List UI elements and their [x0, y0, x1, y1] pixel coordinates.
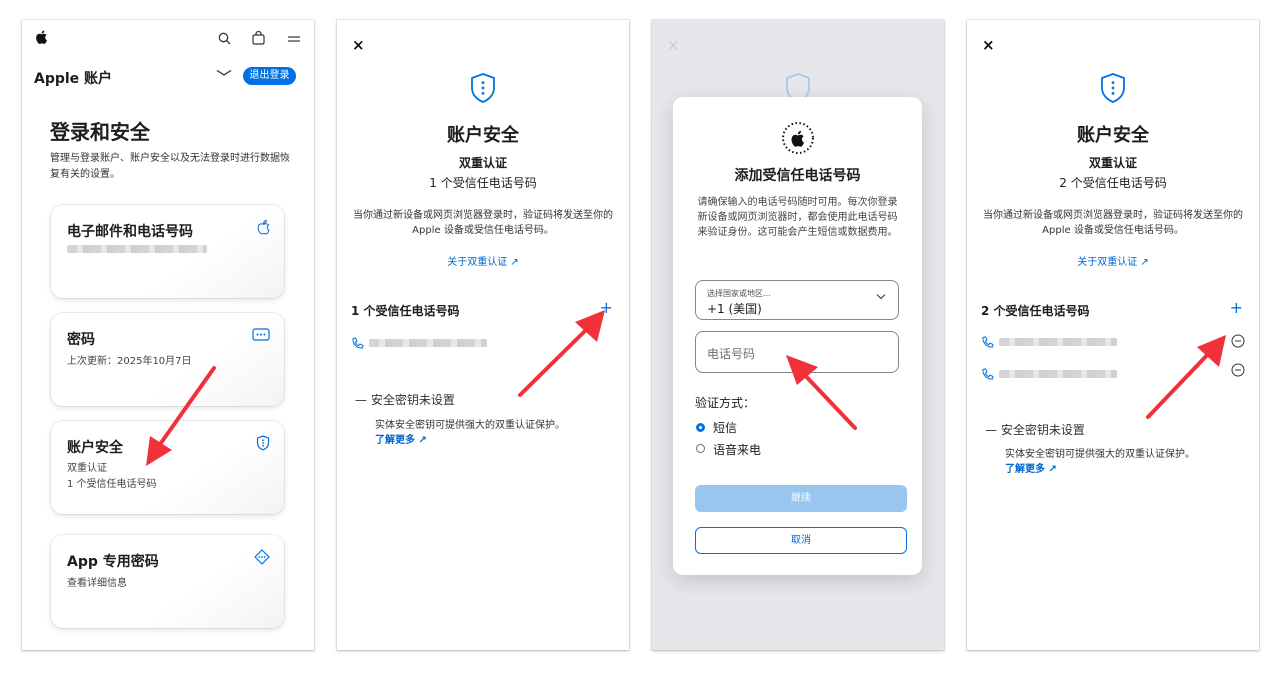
- phone-number-input[interactable]: 电话号码: [695, 331, 899, 373]
- sms-radio[interactable]: [696, 423, 705, 432]
- apple-badge-icon: [673, 121, 922, 159]
- dialog-title: 添加受信任电话号码: [734, 168, 861, 184]
- close-icon[interactable]: ×: [982, 36, 995, 54]
- card-title: App 专用密码: [67, 554, 159, 570]
- security-key-description: 实体安全密钥可提供强大的双重认证保护。: [375, 420, 565, 431]
- add-phone-button[interactable]: +: [1230, 298, 1243, 317]
- about-two-factor-link[interactable]: 关于双重认证 ↗: [337, 253, 629, 268]
- diamond-dots-icon: [254, 549, 270, 569]
- phone-number-placeholder: 电话号码: [707, 347, 756, 361]
- phone-icon: [981, 368, 994, 384]
- chevron-down-icon: [876, 292, 886, 303]
- two-factor-label: 双重认证: [1088, 156, 1137, 170]
- country-select[interactable]: 选择国家或地区... +1 (美国): [695, 280, 899, 320]
- close-icon[interactable]: ×: [667, 36, 680, 54]
- trusted-number-count: 2 个受信任电话号码: [1059, 176, 1167, 190]
- card-line: 查看详细信息: [67, 578, 127, 589]
- search-icon[interactable]: [218, 31, 231, 49]
- voice-call-radio[interactable]: [696, 444, 705, 453]
- account-title: Apple 账户: [34, 71, 113, 87]
- continue-button[interactable]: 继续: [695, 485, 907, 512]
- phone-icon: [981, 336, 994, 352]
- page-title: 账户安全: [447, 125, 519, 146]
- learn-more-link[interactable]: 了解更多 ↗: [1005, 460, 1057, 475]
- apple-logo-icon: [256, 219, 270, 239]
- add-phone-dialog-panel: × 添加受信任电话号码 请确保输入的电话号码随时可用。每次你登录新设备或网页浏览…: [652, 20, 944, 650]
- card-line: 上次更新：2025年10月7日: [67, 356, 192, 367]
- chevron-down-icon[interactable]: [216, 66, 233, 80]
- account-security-panel: × 账户安全 双重认证 1 个受信任电话号码 当你通过新设备或网页浏览器登录时，…: [337, 20, 629, 650]
- two-factor-description: 当你通过新设备或网页浏览器登录时，验证码将发送至你的 Apple 设备或受信任电…: [353, 210, 613, 236]
- shield-icon: [337, 72, 629, 108]
- redacted-phone-number: [369, 339, 487, 347]
- account-security-updated-panel: × 账户安全 双重认证 2 个受信任电话号码 当你通过新设备或网页浏览器登录时，…: [967, 20, 1259, 650]
- redacted-email: [67, 245, 207, 253]
- page-title: 账户安全: [1077, 125, 1149, 146]
- card-title: 账户安全: [67, 440, 123, 456]
- password-dots-icon: [252, 327, 270, 345]
- shield-icon: [967, 72, 1259, 108]
- page-description: 管理与登录账户、账户安全以及无法登录时进行数据恢复有关的设置。: [50, 153, 290, 180]
- card-title: 电子邮件和电话号码: [67, 224, 193, 240]
- remove-phone-icon[interactable]: [1231, 334, 1245, 351]
- apple-logo-icon[interactable]: [34, 29, 48, 49]
- two-factor-label: 双重认证: [458, 156, 507, 170]
- page-title: 登录和安全: [50, 120, 150, 144]
- card-line: 1 个受信任电话号码: [67, 479, 157, 490]
- trusted-number-count: 1 个受信任电话号码: [429, 176, 537, 190]
- country-select-value: +1 (美国): [707, 302, 762, 316]
- verify-method-label: 验证方式：: [695, 396, 756, 410]
- account-security-card[interactable]: 账户安全 双重认证 1 个受信任电话号码: [51, 421, 284, 514]
- two-factor-description: 当你通过新设备或网页浏览器登录时，验证码将发送至你的 Apple 设备或受信任电…: [983, 210, 1243, 236]
- dialog-description: 请确保输入的电话号码随时可用。每次你登录新设备或网页浏览器时，都会使用此电话号码…: [697, 197, 898, 238]
- shield-icon: [256, 435, 270, 455]
- bag-icon[interactable]: [252, 30, 265, 49]
- close-icon[interactable]: ×: [352, 36, 365, 54]
- add-trusted-phone-dialog: 添加受信任电话号码 请确保输入的电话号码随时可用。每次你登录新设备或网页浏览器时…: [673, 97, 922, 575]
- card-line: 双重认证: [67, 463, 107, 474]
- email-phone-card[interactable]: 电子邮件和电话号码: [51, 205, 284, 298]
- security-key-status: — 安全密钥未设置: [355, 393, 455, 407]
- voice-call-option-label: 语音来电: [713, 443, 762, 457]
- learn-more-link[interactable]: 了解更多 ↗: [375, 431, 427, 446]
- annotation-arrow: [1146, 335, 1226, 419]
- menu-icon[interactable]: [287, 31, 301, 49]
- country-select-label: 选择国家或地区...: [707, 289, 771, 298]
- security-key-description: 实体安全密钥可提供强大的双重认证保护。: [1005, 449, 1195, 460]
- security-key-status: — 安全密钥未设置: [985, 423, 1085, 437]
- trusted-numbers-heading: 2 个受信任电话号码: [981, 304, 1090, 318]
- card-title: 密码: [67, 332, 95, 348]
- annotation-arrow: [518, 310, 605, 397]
- redacted-phone-number: [999, 338, 1117, 346]
- account-overview-panel: Apple 账户 退出登录 登录和安全 管理与登录账户、账户安全以及无法登录时进…: [22, 20, 314, 650]
- sms-option-label: 短信: [713, 421, 738, 435]
- password-card[interactable]: 密码 上次更新：2025年10月7日: [51, 313, 284, 406]
- about-two-factor-link[interactable]: 关于双重认证 ↗: [967, 253, 1259, 268]
- phone-icon: [351, 337, 364, 353]
- trusted-numbers-heading: 1 个受信任电话号码: [351, 304, 460, 318]
- add-phone-button[interactable]: +: [600, 298, 613, 317]
- app-specific-password-card[interactable]: App 专用密码 查看详细信息: [51, 535, 284, 628]
- logout-button[interactable]: 退出登录: [243, 67, 296, 85]
- remove-phone-icon[interactable]: [1231, 363, 1245, 380]
- redacted-phone-number: [999, 370, 1117, 378]
- cancel-button[interactable]: 取消: [695, 527, 907, 554]
